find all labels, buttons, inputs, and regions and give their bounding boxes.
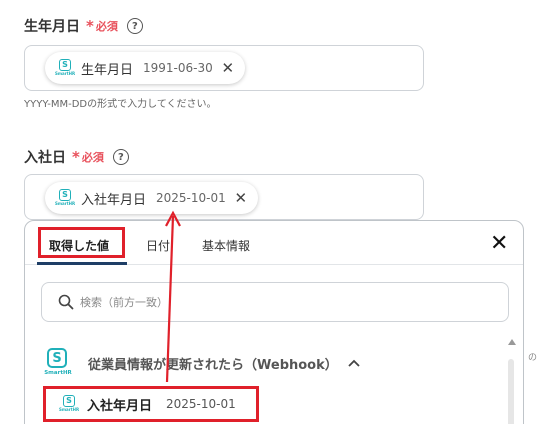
list-item-value: 2025-10-01 [166,397,236,411]
birth-date-label: 生年月日 * 必須 ? [24,16,143,36]
smarthr-logo-icon: S SmartHR [54,58,76,76]
chevron-up-icon[interactable] [348,359,360,367]
chip-value: 1991-06-30 [143,61,213,75]
close-icon[interactable]: ✕ [490,233,508,255]
required-text: 必須 [95,20,118,33]
tab-basic-info[interactable]: 基本情報 [202,237,250,254]
smarthr-logo-icon: S SmartHR [54,188,76,206]
required-star: * [86,17,94,35]
list-item-hire-date[interactable]: S SmartHR 入社年月日 2025-10-01 [45,389,256,419]
remove-chip-icon[interactable]: ✕ [221,59,235,77]
list-item-name: 入社年月日 [87,398,153,414]
offscreen-text: の [528,353,538,363]
scroll-track[interactable] [508,359,514,424]
hire-date-label-text: 入社日 [24,150,66,166]
required-text: 必須 [81,151,104,164]
help-icon[interactable]: ? [126,18,143,34]
hire-date-label: 入社日 * 必須 ? [24,147,129,167]
search-icon [58,294,74,310]
chip-name: 生年月日 [81,62,134,78]
search-input[interactable]: 検索（前方一致） [41,282,509,322]
help-icon[interactable]: ? [112,149,129,165]
tab-date[interactable]: 日付 [146,237,170,254]
smarthr-logo-icon: S SmartHR [58,394,80,412]
chip-name: 入社年月日 [81,192,147,208]
hire-date-input[interactable]: S SmartHR 入社年月日 2025-10-01 ✕ [24,174,424,220]
scrollbar[interactable] [506,339,516,424]
trigger-group-title: 従業員情報が更新されたら（Webhook） [88,357,338,373]
trigger-group-header[interactable]: S SmartHR 従業員情報が更新されたら（Webhook） [44,345,505,381]
birth-date-label-text: 生年月日 [24,19,80,35]
smarthr-logo-icon: S SmartHR [44,346,72,380]
required-star: * [72,148,80,166]
hire-date-value-chip[interactable]: S SmartHR 入社年月日 2025-10-01 ✕ [45,182,258,214]
active-tab-indicator [37,262,127,265]
birth-date-input[interactable]: S SmartHR 生年月日 1991-06-30 ✕ [24,45,424,91]
scroll-up-arrow-icon[interactable] [508,339,516,345]
picker-tabs: 取得した値 日付 基本情報 [25,221,523,265]
birth-date-format-hint: YYYY-MM-DDの形式で入力してください。 [24,99,217,110]
value-picker-panel: 取得した値 日付 基本情報 ✕ 検索（前方一致） S SmartHR 従業員情報… [24,220,524,424]
birth-date-value-chip[interactable]: S SmartHR 生年月日 1991-06-30 ✕ [45,52,245,84]
remove-chip-icon[interactable]: ✕ [234,189,248,207]
search-placeholder: 検索（前方一致） [80,296,168,309]
tab-fetched-values[interactable]: 取得した値 [49,237,109,254]
chip-value: 2025-10-01 [156,191,226,205]
